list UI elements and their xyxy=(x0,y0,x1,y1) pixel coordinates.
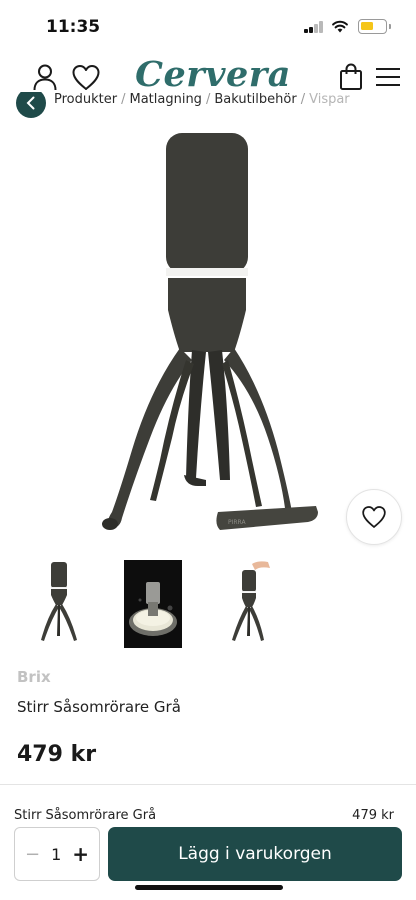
product-brand[interactable]: Brix xyxy=(17,668,51,686)
sticky-product-price: 479 kr xyxy=(352,808,394,823)
battery-icon xyxy=(358,19,391,34)
shopping-bag-icon[interactable] xyxy=(336,62,366,92)
quantity-decrease-button[interactable]: − xyxy=(25,844,40,865)
chevron-left-icon xyxy=(26,96,35,110)
menu-icon[interactable] xyxy=(373,62,403,92)
product-price: 479 kr xyxy=(17,742,97,767)
status-bar: 11:35 xyxy=(0,0,416,54)
breadcrumb-produkter[interactable]: Produkter xyxy=(54,92,117,107)
quantity-increase-button[interactable]: + xyxy=(72,842,89,866)
breadcrumb: Produkter / Matlagning / Bakutilbehör / … xyxy=(16,92,416,120)
wishlist-button[interactable] xyxy=(346,489,402,545)
wifi-icon xyxy=(332,20,348,33)
home-indicator[interactable] xyxy=(135,885,283,890)
signal-icon xyxy=(304,21,324,33)
breadcrumb-vispar: Vispar xyxy=(309,92,350,107)
product-title: Stirr Såsomrörare Grå xyxy=(17,698,181,716)
add-to-cart-button[interactable]: Lägg i varukorgen xyxy=(108,827,402,881)
sticky-cart-bar: Stirr Såsomrörare Grå 479 kr − 1 + Lägg … xyxy=(0,785,416,900)
quantity-value[interactable]: 1 xyxy=(51,845,61,864)
thumbnail-2[interactable] xyxy=(124,560,182,648)
heart-icon xyxy=(362,506,386,528)
product-main-image[interactable]: PIRRA xyxy=(0,120,416,550)
thumbnail-3[interactable] xyxy=(224,560,286,648)
quantity-stepper: − 1 + xyxy=(14,827,100,881)
product-image-label: PIRRA xyxy=(228,519,246,526)
breadcrumb-matlagning[interactable]: Matlagning xyxy=(129,92,201,107)
breadcrumb-bakutilbehor[interactable]: Bakutilbehör xyxy=(214,92,296,107)
status-time: 11:35 xyxy=(46,17,101,37)
back-button[interactable] xyxy=(16,92,46,118)
thumbnail-1[interactable] xyxy=(29,560,91,648)
thumbnail-strip xyxy=(0,560,416,650)
sticky-product-name: Stirr Såsomrörare Grå xyxy=(14,808,157,823)
